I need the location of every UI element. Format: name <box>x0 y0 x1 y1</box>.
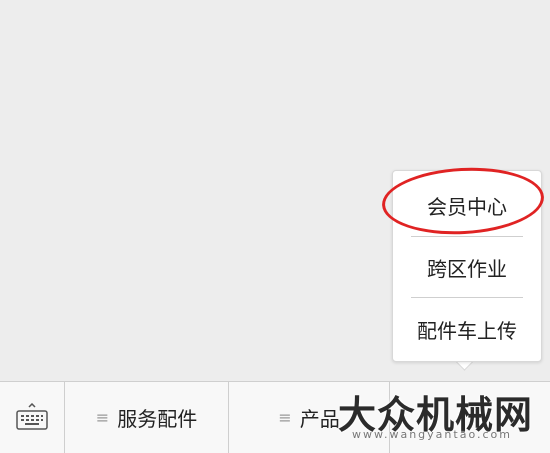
menu-item-parts-upload[interactable]: 配件车上传 <box>393 299 541 359</box>
tab-service-parts[interactable]: ≡ 服务配件 <box>65 382 229 453</box>
watermark-url: www.wangyantao.com <box>352 428 512 441</box>
keyboard-toggle-button[interactable] <box>0 382 65 453</box>
keyboard-icon <box>16 402 48 430</box>
menu-lines-icon: ≡ <box>278 408 292 427</box>
tab-label: 产品 <box>299 407 340 431</box>
divider <box>411 297 523 298</box>
menu-lines-icon: ≡ <box>95 408 110 427</box>
menu-item-label: 跨区作业 <box>427 256 507 281</box>
tab-label: 服务配件 <box>117 407 198 431</box>
menu-item-cross-region[interactable]: 跨区作业 <box>393 237 541 297</box>
menu-item-label: 配件车上传 <box>417 318 517 343</box>
